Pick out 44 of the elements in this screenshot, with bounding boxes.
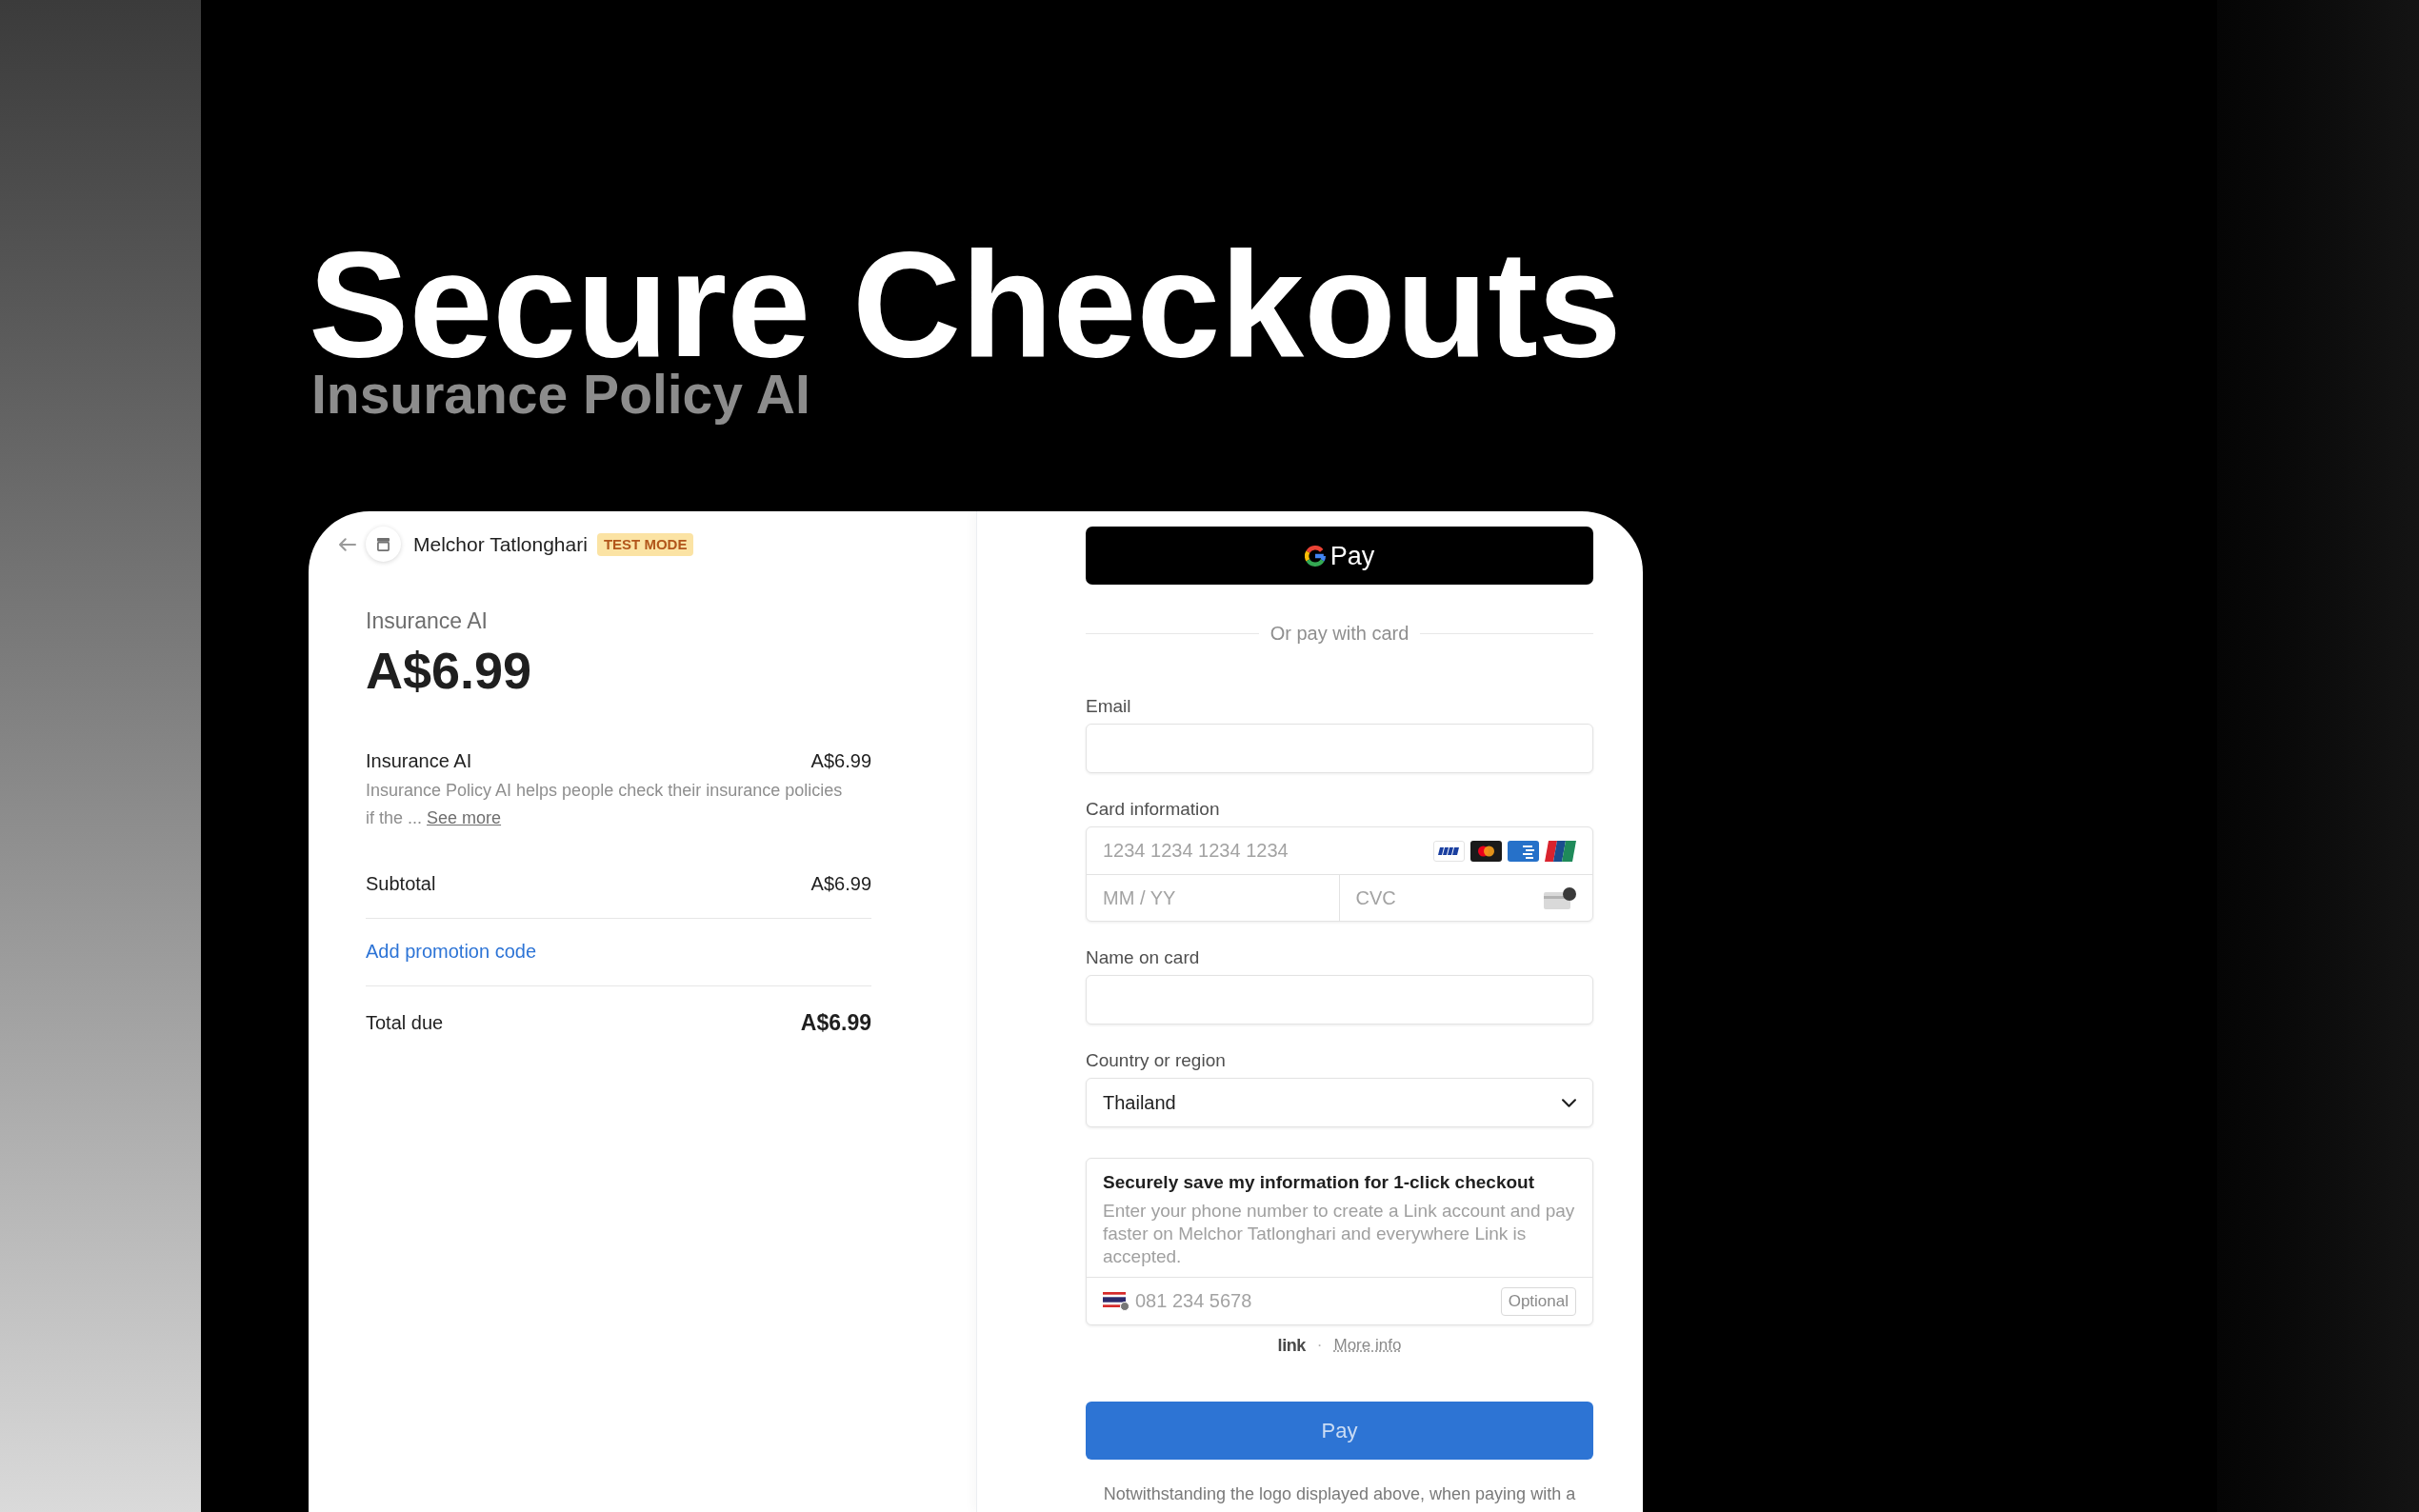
optional-tag: Optional [1500,1286,1576,1316]
product-price: A$6.99 [366,642,532,699]
total-value: A$6.99 [800,1009,871,1036]
field-label: Email [1086,696,1131,717]
item-name: Insurance AI [366,749,472,772]
g-logo-icon [1304,545,1326,567]
item-price: A$6.99 [810,749,871,772]
flag-icon [1103,1291,1130,1311]
card-brand-icon [1508,840,1539,862]
card-brand-icon [1545,840,1576,862]
total-label: Total due [366,1011,444,1035]
back-arrow-icon[interactable] [339,537,356,551]
subtotal-label: Subtotal [366,872,436,895]
store-icon [366,527,401,562]
link-logo: link [1277,1335,1306,1356]
input-field[interactable] [1086,975,1593,1025]
field-label: Name on card [1086,947,1200,968]
cvc-card-icon [1544,886,1576,909]
save-info-title: Securely save my information for 1-click checkout [1103,1171,1534,1194]
item-description: Insurance Policy AI helps people check their insurance policies if the ... See more [366,780,844,829]
expiry-field[interactable]: MM / YY [1087,875,1340,921]
chevron-down-icon [1562,1098,1576,1107]
promotion-code-link[interactable]: Add promotion code [366,940,536,963]
field-label: Country or region [1086,1050,1226,1071]
card-input-group[interactable]: 1234 1234 1234 1234 MM / YY CVC [1086,826,1593,922]
card-number-field[interactable]: 1234 1234 1234 1234 [1087,827,1433,874]
test-mode-badge: TEST MODE [596,532,694,556]
country-select[interactable]: Thailand [1086,1078,1593,1127]
see-more-link[interactable]: See more [427,808,502,827]
separator-dot: · [1316,1335,1323,1356]
card-brand-icon [1433,840,1465,862]
field-label: Card information [1086,799,1220,820]
phone-field[interactable]: 081 234 5678 [1135,1278,1501,1324]
subtotal-value: A$6.99 [810,872,871,895]
merchant-name: Melchor Tatlonghari [413,531,588,557]
more-info-link[interactable]: More info [1333,1335,1402,1356]
save-info-description: Enter your phone number to create a Link account and pay faster on Melchor Tatlonghari and everywhere Link is accepted. [1103,1200,1576,1268]
cvc-field[interactable]: CVC [1339,875,1544,921]
payment-notice: Notwithstanding the logo displayed above, when paying with a [1102,1483,1577,1504]
card-brand-icon [1470,840,1502,862]
product-name: Insurance AI [366,607,488,634]
divider-label: Or pay with card [1269,622,1409,645]
google-pay-button[interactable]: Pay [1086,527,1593,585]
input-field[interactable] [1086,724,1593,773]
